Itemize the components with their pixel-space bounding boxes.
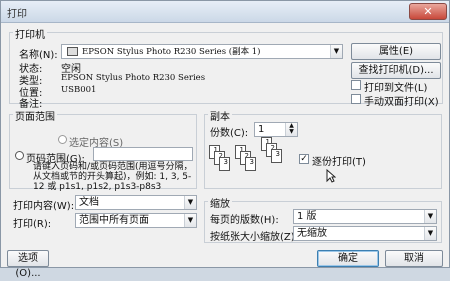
collate-label: 逐份打印(T) [312,157,366,168]
scale-value: 无缩放 [297,228,327,239]
pages-per-sheet-value: 1 版 [297,211,317,222]
pages-input[interactable] [93,147,193,161]
print-to-file-label: 打印到文件(L) [364,83,428,94]
title-bar[interactable]: 打印 ✕ [1,1,449,23]
find-printer-button[interactable]: 查找打印机(D)... [351,62,441,79]
pages-per-sheet-label: 每页的版数(H): [210,215,279,226]
print-what-select[interactable]: 文档 ▼ [75,195,197,210]
collate-checkbox[interactable]: ✓ [299,154,309,164]
printer-name-select[interactable]: EPSON Stylus Photo R230 Series (副本 1) ▼ [61,44,343,59]
manual-duplex-checkbox[interactable] [351,94,361,104]
printer-icon [67,46,78,56]
selection-radio[interactable] [58,135,67,144]
chevron-down-icon[interactable]: ▼ [330,45,342,58]
print-dialog: 打印 ✕ 打印机 名称(N): EPSON Stylus Photo R230 … [0,0,450,279]
window-title: 打印 [7,9,27,20]
pages-radio[interactable] [15,151,24,160]
copies-count-value: 1 [258,124,265,135]
printer-name-label: 名称(N): [19,50,58,61]
properties-button[interactable]: 属性(E) [351,43,441,60]
collate-pages-icon: 123 123 123 [209,137,289,181]
print-what-label: 打印内容(W): [13,201,75,212]
print-what-value: 文档 [79,197,99,208]
mouse-cursor-icon [326,169,336,183]
pages-per-sheet-select[interactable]: 1 版 ▼ [293,209,437,224]
print-mode-value: 范围中所有页面 [79,215,149,226]
print-mode-label: 打印(R): [13,219,52,230]
type-value: EPSON Stylus Photo R230 Series [61,73,206,83]
options-button[interactable]: 选项(O)... [7,250,49,279]
copies-group-title: 副本 [208,108,232,123]
zoom-group-title: 缩放 [208,195,232,210]
chevron-down-icon[interactable]: ▼ [184,196,196,209]
print-mode-select[interactable]: 范围中所有页面 ▼ [75,213,197,228]
location-value: USB001 [61,85,97,95]
print-to-file-checkbox[interactable] [351,80,361,90]
chevron-down-icon[interactable]: ▼ [424,227,436,240]
scale-select[interactable]: 无缩放 ▼ [293,226,437,241]
page-range-group-title: 页面范围 [13,108,57,123]
printer-group-title: 打印机 [13,26,47,41]
manual-duplex-label: 手动双面打印(X) [364,97,439,108]
printer-name-value: EPSON Stylus Photo R230 Series (副本 1) [82,47,261,57]
close-button[interactable]: ✕ [409,3,447,20]
page-range-help-text: 请键入页码和/或页码范围(用逗号分隔，从文档或节的开头算起)，例如: 1, 3,… [33,162,193,192]
chevron-down-icon[interactable]: ▼ [424,210,436,223]
cancel-button[interactable]: 取消 [385,250,443,267]
copies-count-input[interactable]: 1 ▲ ▼ [254,122,298,137]
chevron-down-icon[interactable]: ▼ [184,214,196,227]
scale-label: 按纸张大小缩放(Z): [210,232,299,243]
ok-button[interactable]: 确定 [317,250,379,267]
spinner-icon[interactable]: ▲ ▼ [285,123,297,136]
